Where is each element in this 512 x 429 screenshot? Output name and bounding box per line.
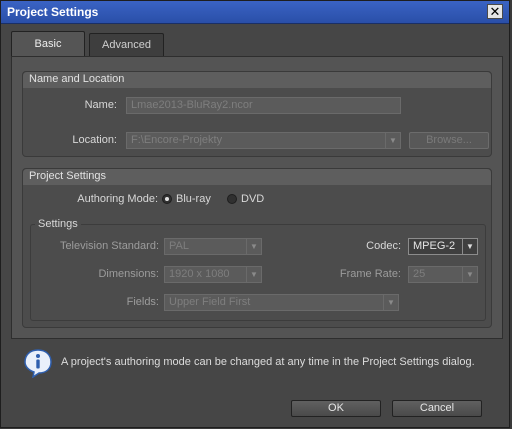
title-bar: Project Settings ✕ [1,1,509,24]
chevron-down-icon: ▼ [385,133,400,148]
settings-fieldset: Settings Television Standard: PAL ▼ Code… [30,218,486,321]
close-button[interactable]: ✕ [487,4,503,19]
tv-standard-label: Television Standard: [59,240,159,252]
chevron-down-icon: ▼ [462,267,477,282]
dimensions-dropdown[interactable]: 1920 x 1080 ▼ [164,266,262,283]
name-input[interactable]: Lmae2013-BluRay2.ncor [126,97,401,114]
settings-legend: Settings [35,218,81,230]
tab-basic[interactable]: Basic [11,31,85,57]
tab-advanced[interactable]: Advanced [89,33,164,56]
fields-dropdown[interactable]: Upper Field First ▼ [164,294,399,311]
close-icon: ✕ [489,4,501,19]
codec-label: Codec: [366,240,401,252]
frame-rate-label: Frame Rate: [339,268,401,280]
fields-label: Fields: [126,296,159,308]
dialog-title: Project Settings [7,5,99,19]
cancel-button[interactable]: Cancel [392,400,482,417]
name-label: Name: [84,99,117,111]
project-settings-group: Project Settings Authoring Mode: Blu-ray… [22,168,492,328]
chevron-down-icon: ▼ [462,239,477,254]
chevron-down-icon: ▼ [383,295,398,310]
browse-button[interactable]: Browse... [409,132,489,149]
project-settings-title: Project Settings [23,169,491,185]
chevron-down-icon: ▼ [246,239,261,254]
frame-rate-value: 25 [413,268,426,280]
tab-panel: Name and Location Name: Lmae2013-BluRay2… [11,56,503,339]
dimensions-value: 1920 x 1080 [169,268,230,280]
name-location-title: Name and Location [23,72,491,88]
fields-value: Upper Field First [169,296,251,308]
bluray-radio[interactable] [162,194,172,204]
name-location-group: Name and Location Name: Lmae2013-BluRay2… [22,71,492,157]
project-settings-dialog: Project Settings ✕ Basic Advanced Name a… [0,0,510,428]
location-dropdown[interactable]: F:\Encore-Projekty ▼ [126,132,401,149]
authoring-mode-label: Authoring Mode: [77,193,158,205]
dvd-label: DVD [241,193,265,205]
info-icon [24,349,52,378]
info-message: A project's authoring mode can be change… [61,356,475,368]
location-value: F:\Encore-Projekty [131,134,223,146]
location-label: Location: [72,134,117,146]
codec-value: MPEG-2 [413,240,456,252]
tv-standard-value: PAL [169,240,189,252]
tv-standard-dropdown[interactable]: PAL ▼ [164,238,262,255]
chevron-down-icon: ▼ [246,267,261,282]
dvd-radio[interactable] [227,194,237,204]
frame-rate-dropdown[interactable]: 25 ▼ [408,266,478,283]
bluray-label: Blu-ray [176,193,211,205]
ok-button[interactable]: OK [291,400,381,417]
codec-dropdown[interactable]: MPEG-2 ▼ [408,238,478,255]
dimensions-label: Dimensions: [98,268,159,280]
